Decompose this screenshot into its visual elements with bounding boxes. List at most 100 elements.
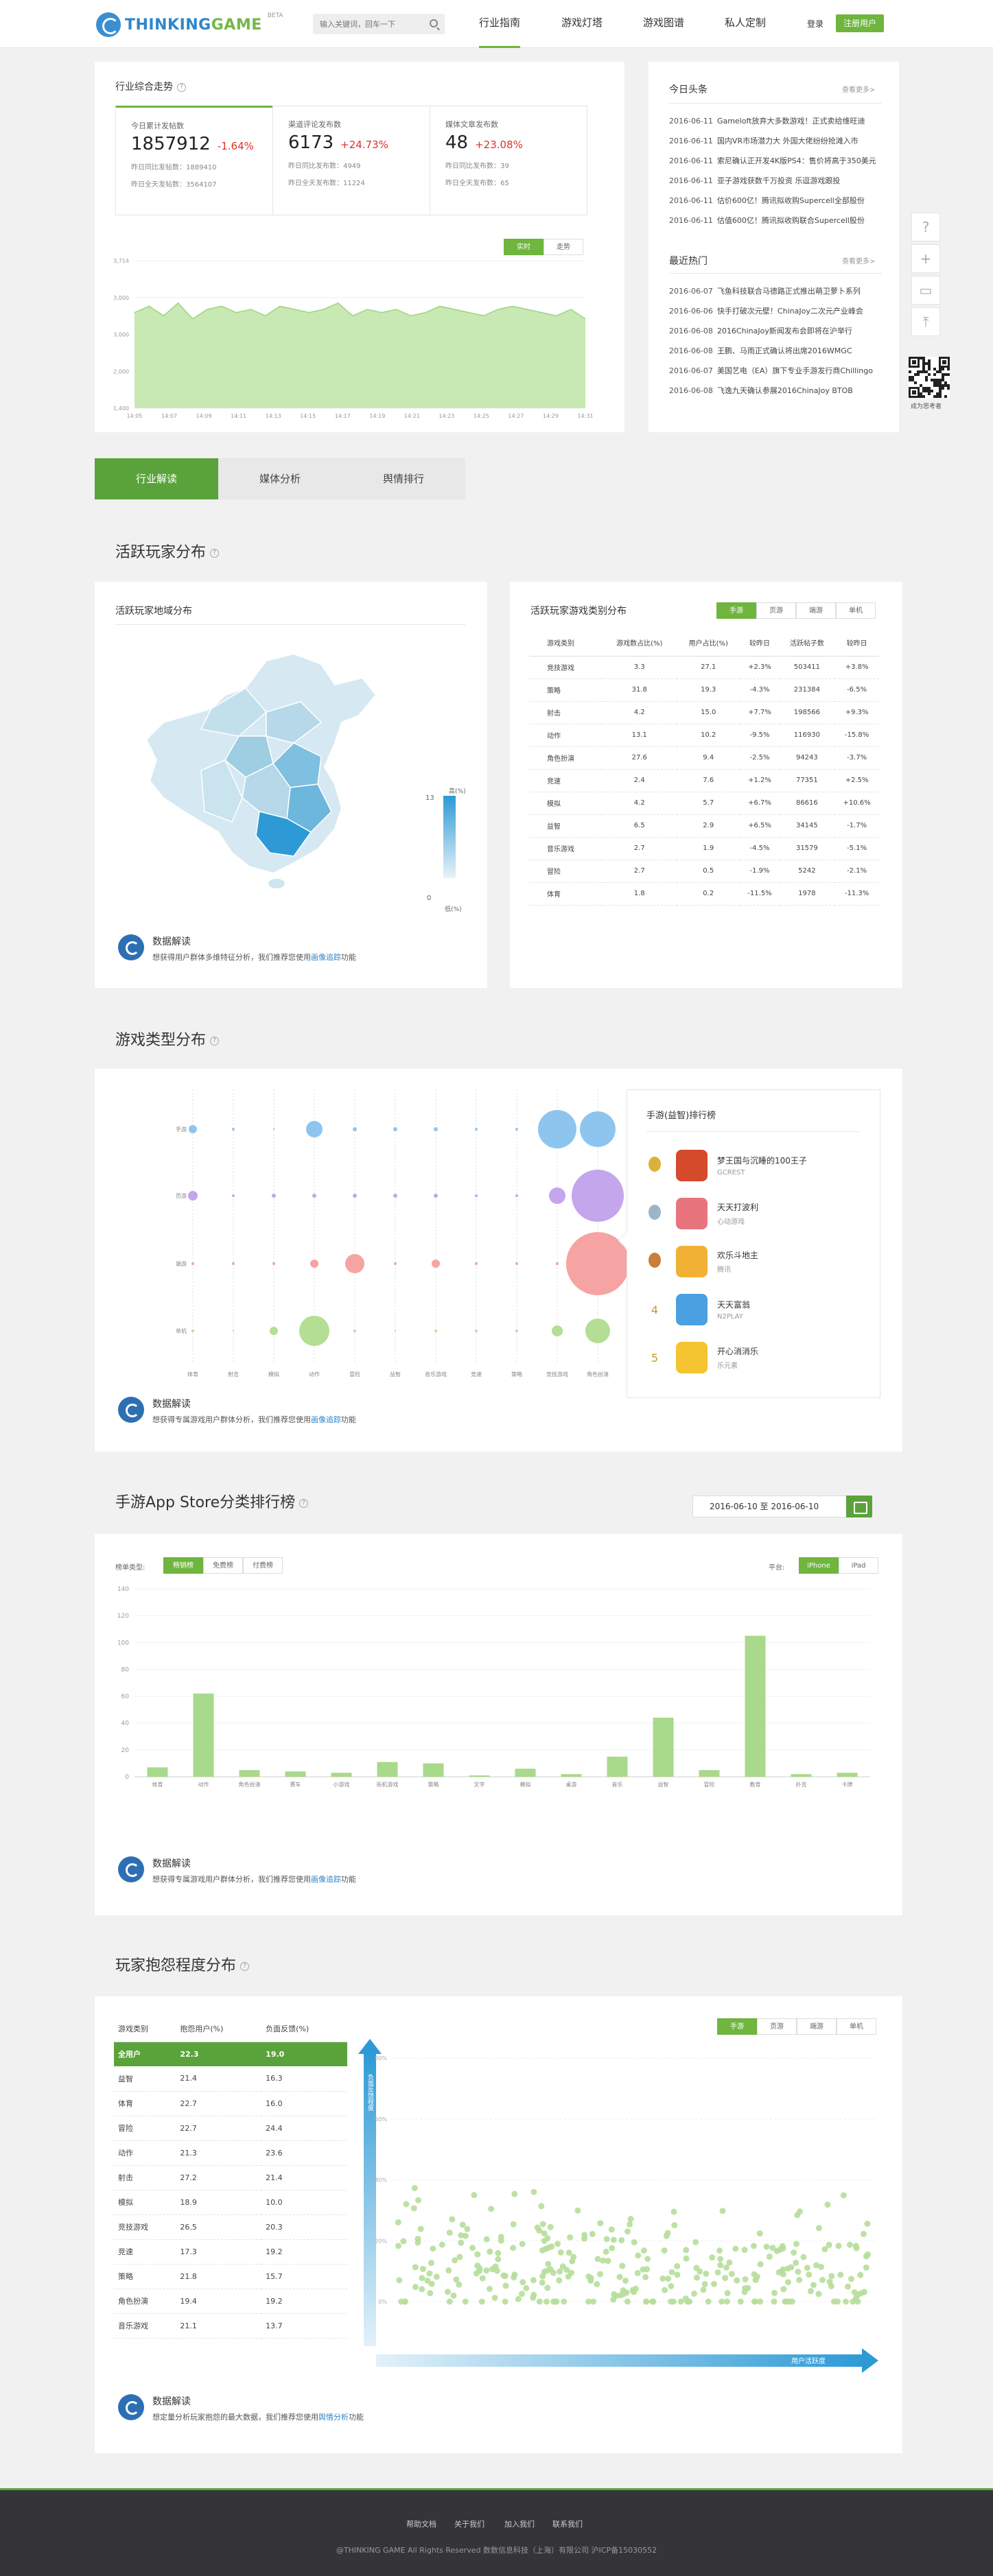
table-cell: 3.3	[602, 656, 677, 679]
table-cell: 竞技游戏	[529, 656, 603, 679]
headline-more-link[interactable]: 查看更多>	[842, 84, 875, 94]
back-to-top-icon[interactable]: ⤒	[911, 307, 940, 336]
qr-cell	[939, 395, 942, 398]
portrait-link[interactable]: 画像追踪	[311, 953, 341, 962]
portrait-link[interactable]: 画像追踪	[311, 1875, 341, 1884]
rank-item[interactable]: 梦王国与沉睡的100王子 GCREST	[644, 1145, 807, 1186]
news-item[interactable]: 2016-06-07 飞鱼科技联合马德路正式推出萌卫萝卜系列	[669, 285, 882, 296]
table-cell: 198566	[779, 701, 835, 724]
footer-contact[interactable]: 联系我们	[552, 2518, 583, 2529]
footer-about[interactable]: 关于我们	[454, 2518, 484, 2529]
help-icon[interactable]: ?	[299, 1498, 309, 1508]
news-item[interactable]: 2016-06-07 美国艺电（EA）旗下专业手游发行商Chillingo	[669, 365, 882, 376]
news-item[interactable]: 2016-06-11 国内VR市场潜力大 外国大佬纷纷抢滩入市	[669, 135, 882, 146]
news-item[interactable]: 2016-06-08 飞逸九天确认参展2016ChinaJoy BTOB	[669, 385, 882, 396]
scatter-point	[476, 2267, 482, 2274]
scatter-point	[483, 2267, 490, 2274]
table-row[interactable]: 竞速 17.3 19.2	[114, 2239, 347, 2265]
scatter-point	[474, 2262, 481, 2269]
list-grossing[interactable]: 畅销榜	[163, 1557, 203, 1574]
help-icon[interactable]: ?	[240, 1961, 250, 1971]
help-icon[interactable]: ?	[210, 1036, 220, 1045]
search-input[interactable]	[313, 14, 423, 34]
rank-item[interactable]: 天天打波利 心动游戏	[644, 1193, 758, 1234]
scatter-point	[597, 2271, 604, 2278]
table-row[interactable]: 全用户 22.3 19.0	[114, 2042, 347, 2066]
hot-more-link[interactable]: 查看更多>	[842, 255, 875, 265]
table-row[interactable]: 益智 21.4 16.3	[114, 2066, 347, 2092]
filter-mobile[interactable]: 手游	[716, 602, 756, 619]
rank-item[interactable]: 欢乐斗地主 腾讯	[644, 1241, 758, 1282]
rank-item[interactable]: 5 开心消消乐 乐元素	[644, 1337, 758, 1378]
table-row[interactable]: 模拟 18.9 10.0	[114, 2190, 347, 2215]
news-item[interactable]: 2016-06-11 索尼确认正开发4K版PS4：售价将高于350美元	[669, 155, 882, 166]
table-row[interactable]: 竞技游戏 26.5 20.3	[114, 2214, 347, 2240]
news-item[interactable]: 2016-06-11 Gameloft放弃大多数游戏！正式卖给维旺迪	[669, 115, 882, 126]
platform-ipad[interactable]: iPad	[839, 1557, 878, 1574]
sentiment-link[interactable]: 舆情分析	[318, 2413, 349, 2422]
news-text: 飞逸九天确认参展2016ChinaJoy BTOB	[716, 386, 853, 395]
qr-cell	[928, 390, 931, 392]
scatter-point	[539, 2279, 546, 2286]
tab-sentiment[interactable]: 舆情排行	[342, 458, 465, 499]
stat-box-posts: 今日累计发帖数 1857912 -1.64% 昨日同比发帖数：1889410 昨日…	[115, 106, 273, 215]
platform-iphone[interactable]: iPhone	[799, 1557, 839, 1574]
table-row[interactable]: 策略 21.8 15.7	[114, 2264, 347, 2289]
register-button[interactable]: 注册用户	[836, 14, 884, 32]
table-row: 策略 31.8 19.3 -4.3% 231384 -6.5%	[529, 678, 879, 702]
scatter-point	[430, 2245, 436, 2252]
scatter-point	[412, 2264, 419, 2271]
scatter-point	[561, 2298, 568, 2305]
message-icon[interactable]: ▭	[911, 276, 940, 305]
news-item[interactable]: 2016-06-11 估价600亿！腾讯拟收购Supercell全部股份	[669, 195, 882, 206]
nav-private-custom[interactable]: 私人定制	[725, 0, 766, 48]
plus-icon[interactable]: +	[911, 244, 940, 273]
table-row[interactable]: 冒险 22.7 24.4	[114, 2116, 347, 2141]
news-item[interactable]: 2016-06-08 2016ChinaJoy新闻发布会即将在沪举行	[669, 325, 882, 336]
filter-standalone[interactable]: 单机	[836, 602, 876, 619]
table-row[interactable]: 音乐游戏 21.1 13.7	[114, 2313, 347, 2339]
table-header: 负面反馈(%)	[261, 2016, 347, 2042]
table-row[interactable]: 体育 22.7 16.0	[114, 2091, 347, 2116]
logo[interactable]: THINKINGGAME BETA	[96, 12, 283, 37]
filter-client[interactable]: 端游	[796, 602, 836, 619]
scatter-point	[510, 2221, 517, 2228]
scatter-point	[619, 2262, 626, 2269]
qr-cell	[939, 384, 942, 387]
filter-web[interactable]: 页游	[756, 602, 796, 619]
help-icon[interactable]: ?	[177, 82, 186, 92]
footer-join[interactable]: 加入我们	[504, 2518, 535, 2529]
news-item[interactable]: 2016-06-11 亚子游戏获数千万投资 乐逗游戏跟投	[669, 175, 882, 186]
table-row[interactable]: 角色扮演 19.4 19.2	[114, 2289, 347, 2314]
nav-game-atlas[interactable]: 游戏图谱	[643, 0, 684, 48]
table-row[interactable]: 射击 27.2 21.4	[114, 2165, 347, 2190]
rank-item[interactable]: 4 天天富翁 N2PLAY	[644, 1289, 750, 1330]
qr-cell	[939, 370, 942, 373]
help-icon[interactable]: ?	[210, 548, 220, 558]
news-item[interactable]: 2016-06-06 快手打破次元壁！ChinaJoy二次元产业峰会	[669, 305, 882, 316]
tab-media[interactable]: 媒体分析	[218, 458, 342, 499]
y-tick-label: 40	[121, 1721, 130, 1727]
footer-help[interactable]: 帮助文档	[406, 2518, 436, 2529]
help-icon[interactable]: ?	[911, 213, 940, 241]
date-range-input[interactable]: 2016-06-10 至 2016-06-10	[692, 1496, 850, 1517]
tab-industry[interactable]: 行业解读	[95, 458, 218, 499]
news-item[interactable]: 2016-06-11 估值600亿！腾讯拟收购联合Supercell股份	[669, 215, 882, 226]
table-cell: 冒险	[114, 2116, 176, 2141]
category-bar-chart: 0 20 40 60 80 100 120 140 体育 动作 角色扮演 赛车 小游戏 街机游戏 策略 文字 模…	[117, 1586, 870, 1788]
news-item[interactable]: 2016-06-08 王鹏、马雨正式确认将出席2016WMGC	[669, 345, 882, 356]
bubble	[353, 1330, 356, 1332]
qr-cell	[939, 390, 942, 392]
table-row[interactable]: 动作 21.3 23.6	[114, 2140, 347, 2166]
list-paid[interactable]: 付费榜	[243, 1557, 283, 1574]
list-free[interactable]: 免费榜	[203, 1557, 243, 1574]
table-cell: 7.6	[677, 769, 740, 792]
portrait-link[interactable]: 画像追踪	[311, 1415, 341, 1424]
nav-industry-guide[interactable]: 行业指南	[479, 0, 521, 48]
login-link[interactable]: 登录	[807, 18, 823, 29]
search-icon[interactable]	[430, 19, 438, 27]
scatter-point	[788, 2264, 795, 2271]
scatter-point	[502, 2282, 509, 2289]
calendar-icon[interactable]	[846, 1496, 872, 1517]
nav-game-lighthouse[interactable]: 游戏灯塔	[561, 0, 603, 48]
